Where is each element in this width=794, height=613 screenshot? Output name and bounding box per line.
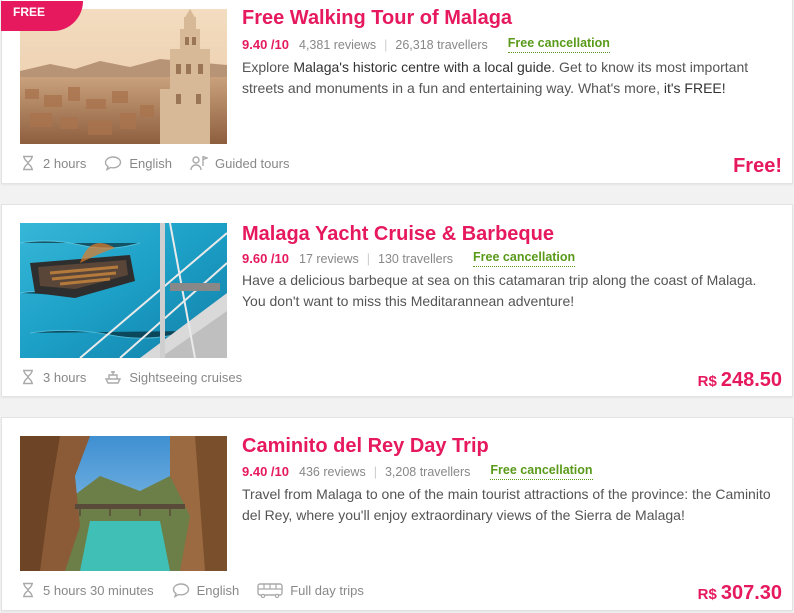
meta-divider: | xyxy=(373,464,377,479)
speech-bubble-icon xyxy=(104,155,122,171)
price-amount: 248.50 xyxy=(720,369,782,391)
meta-divider: | xyxy=(366,251,370,266)
reviews-count[interactable]: 4,381 reviews xyxy=(299,38,376,52)
price-amount: Free! xyxy=(733,155,782,177)
feature-label: Full day trips xyxy=(290,582,364,598)
tour-title[interactable]: Malaga Yacht Cruise & Barbeque xyxy=(242,223,554,246)
price-currency: R$ xyxy=(697,373,717,390)
tour-price: Free! xyxy=(733,155,782,178)
hourglass-icon xyxy=(20,582,36,598)
tour-meta: 9.40 /10 436 reviews | 3,208 travellers … xyxy=(242,463,593,480)
tour-features: 2 hours English Guided tours xyxy=(20,155,307,171)
tour-price: R$ 248.50 xyxy=(698,369,782,392)
tour-meta: 9.40 /10 4,381 reviews | 26,318 travelle… xyxy=(242,36,610,53)
meta-divider: | xyxy=(384,37,388,52)
guide-icon xyxy=(190,155,208,171)
tour-description: Have a delicious barbeque at sea on this… xyxy=(242,272,757,309)
feature-label: 2 hours xyxy=(43,155,87,171)
feature-label: Sightseeing cruises xyxy=(129,369,243,385)
free-cancellation-badge[interactable]: Free cancellation xyxy=(473,250,576,267)
duration-feature: 2 hours xyxy=(20,155,86,171)
hourglass-icon xyxy=(20,155,36,171)
tour-features: 5 hours 30 minutes English Full day trip… xyxy=(20,582,382,598)
feature-label: Guided tours xyxy=(215,155,290,171)
travellers-count: 26,318 travellers xyxy=(395,37,488,52)
caminito-gorge-photo xyxy=(20,436,227,571)
tour-description: Explore Malaga's historic centre with a … xyxy=(242,57,782,99)
desc-highlight: Malaga's historic centre with a local gu… xyxy=(293,59,552,75)
ship-icon xyxy=(104,369,122,385)
tour-features: 3 hours Sightseeing cruises xyxy=(20,369,260,385)
tour-title[interactable]: Free Walking Tour of Malaga xyxy=(242,7,512,30)
tour-description: Travel from Malaga to one of the main to… xyxy=(242,486,771,523)
category-feature: Full day trips xyxy=(257,582,364,598)
feature-label: 3 hours xyxy=(43,369,87,385)
tour-card[interactable]: FREE Free Walking Tour of Malaga 9.40 /1… xyxy=(1,0,793,184)
tour-price: R$ 307.30 xyxy=(698,582,782,605)
travellers-count: 130 travellers xyxy=(378,251,454,266)
rating-score: 9.40 /10 xyxy=(242,37,289,52)
tour-card[interactable]: Malaga Yacht Cruise & Barbeque 9.60 /10 … xyxy=(1,204,793,397)
feature-label: English xyxy=(196,582,240,598)
tour-meta: 9.60 /10 17 reviews | 130 travellers Fre… xyxy=(242,250,576,267)
duration-feature: 5 hours 30 minutes xyxy=(20,582,154,598)
tour-image-yacht-barbeque[interactable] xyxy=(20,223,227,358)
bus-icon xyxy=(257,582,283,598)
feature-label: English xyxy=(129,155,173,171)
duration-feature: 3 hours xyxy=(20,369,86,385)
feature-label: 5 hours 30 minutes xyxy=(43,582,154,598)
rating-score: 9.40 /10 xyxy=(242,464,289,479)
desc-highlight: it's FREE! xyxy=(663,80,726,96)
reviews-count[interactable]: 17 reviews xyxy=(299,252,359,266)
rating-score: 9.60 /10 xyxy=(242,251,289,266)
tour-image-caminito-del-rey[interactable] xyxy=(20,436,227,571)
speech-bubble-icon xyxy=(172,582,190,598)
category-feature: Guided tours xyxy=(190,155,289,171)
price-currency: R$ xyxy=(697,586,717,603)
travellers-count: 3,208 travellers xyxy=(384,464,471,479)
price-amount: 307.30 xyxy=(720,582,782,604)
reviews-count[interactable]: 436 reviews xyxy=(299,465,366,479)
free-cancellation-badge[interactable]: Free cancellation xyxy=(507,36,610,53)
language-feature: English xyxy=(172,582,240,598)
yacht-barbeque-photo xyxy=(20,223,227,358)
language-feature: English xyxy=(104,155,172,171)
category-feature: Sightseeing cruises xyxy=(104,369,242,385)
tour-card[interactable]: Caminito del Rey Day Trip 9.40 /10 436 r… xyxy=(1,417,793,611)
hourglass-icon xyxy=(20,369,36,385)
desc-text: Explore xyxy=(242,59,294,75)
tour-title[interactable]: Caminito del Rey Day Trip xyxy=(242,435,489,458)
free-cancellation-badge[interactable]: Free cancellation xyxy=(490,463,593,480)
